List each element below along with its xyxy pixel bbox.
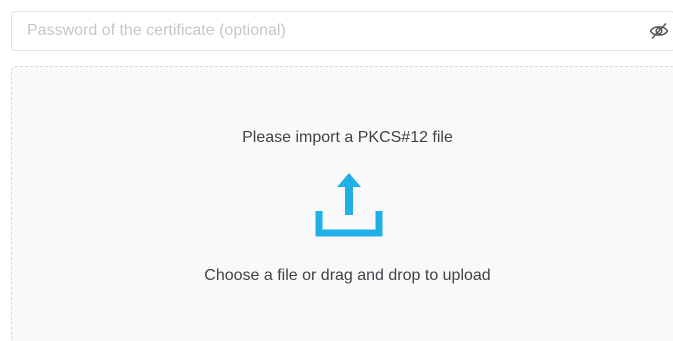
password-field [11,11,673,51]
password-input[interactable] [12,12,632,50]
upload-icon [315,173,383,237]
certificate-import-panel: Please import a PKCS#12 file Choose a fi… [0,0,673,341]
eye-slash-icon[interactable] [649,22,669,40]
file-dropzone[interactable]: Please import a PKCS#12 file Choose a fi… [11,66,673,341]
dropzone-title: Please import a PKCS#12 file [242,129,453,146]
dropzone-subtitle: Choose a file or drag and drop to upload [204,267,491,284]
